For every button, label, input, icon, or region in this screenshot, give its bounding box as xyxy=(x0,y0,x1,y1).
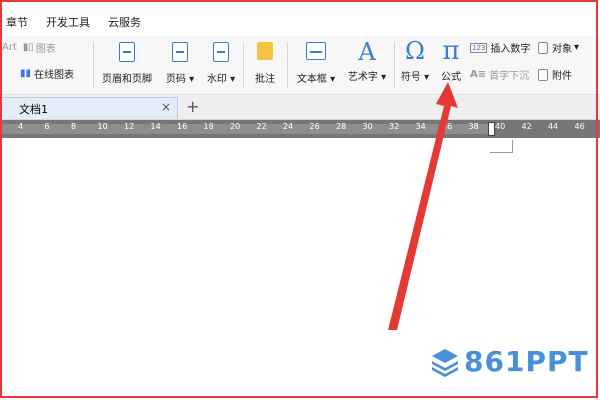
ribbon-toolbar: Art ▮▯ 图表 ▮▮ 在线图表 页眉和页脚 页码 ▾ 水印 ▾ 批注 文本框… xyxy=(0,36,600,95)
textbox-button[interactable]: 文本框 ▾ xyxy=(292,42,340,85)
ruler-tick-label: 38 xyxy=(468,122,479,131)
drop-cap-button[interactable]: A≡ 首字下沉 xyxy=(470,67,529,82)
attachment-label: 附件 xyxy=(552,71,572,82)
page-number-icon xyxy=(172,42,188,62)
attachment-button[interactable]: 附件 xyxy=(538,67,572,82)
menu-cloud-services[interactable]: 云服务 xyxy=(99,11,150,33)
watermark-logo: 861PPT xyxy=(430,345,589,378)
symbol-label: 符号 xyxy=(400,72,421,83)
page-corner-mark xyxy=(490,140,513,153)
ruler-tick-label: 26 xyxy=(309,122,320,131)
ruler-tick-label: 30 xyxy=(362,122,373,131)
ruler-tick-label: 4 xyxy=(18,122,24,131)
ruler-tick-label: 18 xyxy=(203,122,214,131)
chart-label: 图表 xyxy=(35,44,56,55)
chevron-down-icon: ▾ xyxy=(189,74,195,85)
online-chart-icon: ▮▮ xyxy=(20,68,32,79)
close-icon[interactable]: × xyxy=(161,100,171,114)
ruler-tick-label: 6 xyxy=(44,122,50,131)
horizontal-ruler: 4 6 8 10 12 14 16 18 20 22 24 26 28 30 32 34 36 38 40 42 44 4… xyxy=(0,120,600,138)
page-number-label: 页码 xyxy=(165,74,186,85)
drop-cap-icon: A≡ xyxy=(470,69,487,80)
formula-button[interactable]: π 公式 xyxy=(436,36,466,83)
ruler-tick-label: 28 xyxy=(336,122,347,131)
chevron-down-icon: ▾ xyxy=(381,72,387,83)
layers-icon xyxy=(432,348,458,377)
online-chart-label: 在线图表 xyxy=(34,70,75,81)
watermark-label: 水印 xyxy=(206,74,227,85)
menu-chapter[interactable]: 章节 xyxy=(0,11,37,33)
number-icon: 123 xyxy=(470,42,488,53)
ruler-tick-label: 34 xyxy=(415,122,426,131)
object-label: 对象 xyxy=(552,44,572,55)
document-tab-title: 文档1 xyxy=(19,102,48,116)
comment-icon xyxy=(257,42,273,60)
drop-cap-label: 首字下沉 xyxy=(489,71,530,82)
omega-icon: Ω xyxy=(405,37,425,65)
header-footer-label: 页眉和页脚 xyxy=(102,74,152,85)
chart-icon: ▮▯ xyxy=(22,42,34,53)
wordart-chart-row[interactable]: Art ▮▯ 图表 xyxy=(2,40,56,55)
ruler-tick-label: 8 xyxy=(71,122,77,131)
chevron-down-icon: ▾ xyxy=(330,74,336,85)
header-footer-icon xyxy=(119,42,135,62)
textbox-icon xyxy=(306,42,326,60)
ruler-tick-label: 24 xyxy=(283,122,294,131)
symbol-button[interactable]: Ω 符号 ▾ xyxy=(397,36,433,83)
add-tab-icon[interactable]: + xyxy=(186,97,199,116)
attachment-icon xyxy=(538,68,548,81)
wordart-icon: A xyxy=(358,38,376,66)
watermark-button[interactable]: 水印 ▾ xyxy=(201,42,241,85)
separator xyxy=(93,42,94,88)
watermark-text: 861PPT xyxy=(464,345,589,378)
ruler-tick-label: 16 xyxy=(177,122,188,131)
page-number-button[interactable]: 页码 ▾ xyxy=(160,42,200,85)
ruler-tick-label: 42 xyxy=(521,122,532,131)
menu-developer-tools[interactable]: 开发工具 xyxy=(37,11,99,33)
separator xyxy=(287,42,288,88)
tab-document1[interactable]: 文档1 × xyxy=(0,97,178,119)
ruler-tick-label: 36 xyxy=(442,122,453,131)
comment-label: 批注 xyxy=(255,74,275,85)
online-chart-button[interactable]: ▮▮ 在线图表 xyxy=(20,66,74,81)
ruler-tick-label: 40 xyxy=(495,122,506,131)
comment-button[interactable]: 批注 xyxy=(248,42,282,85)
ruler-tick-label: 32 xyxy=(389,122,400,131)
art-label: Art xyxy=(2,42,17,53)
separator xyxy=(394,42,395,88)
ruler-indent-marker[interactable] xyxy=(488,122,495,136)
header-footer-button[interactable]: 页眉和页脚 xyxy=(98,42,156,85)
insert-number-button[interactable]: 123 插入数字 xyxy=(470,40,530,55)
ruler-tick-label: 12 xyxy=(124,122,135,131)
ruler-tick-label: 20 xyxy=(230,122,241,131)
object-icon xyxy=(538,41,548,54)
formula-label: 公式 xyxy=(441,72,461,83)
ruler-tick-label: 46 xyxy=(574,122,585,131)
menu-bar: 章节 开发工具 云服务 xyxy=(0,8,600,36)
ruler-tick-label: 14 xyxy=(150,122,161,131)
textbox-label: 文本框 xyxy=(296,74,327,85)
chevron-down-icon: ▾ xyxy=(230,74,236,85)
insert-number-label: 插入数字 xyxy=(490,44,531,55)
document-tab-bar: 文档1 × + xyxy=(0,95,600,120)
ruler-tick-label: 22 xyxy=(256,122,267,131)
separator xyxy=(243,42,244,88)
ruler-tick-label: 44 xyxy=(548,122,559,131)
wordart-label: 艺术字 xyxy=(347,72,378,83)
object-button[interactable]: 对象 ▾ xyxy=(538,40,579,55)
ruler-tick-label: 10 xyxy=(97,122,108,131)
chevron-down-icon: ▾ xyxy=(574,42,580,53)
wordart-button[interactable]: A 艺术字 ▾ xyxy=(343,38,391,83)
chevron-down-icon: ▾ xyxy=(424,72,430,83)
watermark-icon xyxy=(213,42,229,62)
pi-icon: π xyxy=(442,36,460,66)
